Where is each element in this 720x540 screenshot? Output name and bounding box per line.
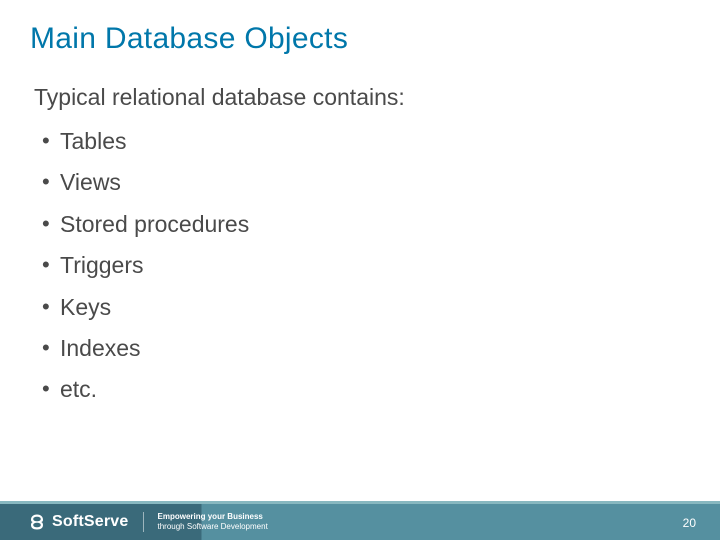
bullet-list: Tables Views Stored procedures Triggers … [34, 121, 720, 411]
slide-content: Typical relational database contains: Ta… [0, 56, 720, 411]
intro-text: Typical relational database contains: [34, 84, 720, 111]
list-item: Indexes [42, 328, 720, 369]
footer-border [0, 501, 720, 504]
slide-title: Main Database Objects [0, 0, 720, 56]
list-item: Keys [42, 287, 720, 328]
logo: SoftServe [28, 513, 129, 531]
tagline-bold: Empowering your Business [158, 512, 268, 522]
page-number: 20 [683, 516, 696, 530]
list-item: Stored procedures [42, 204, 720, 245]
slide-footer: SoftServe Empowering your Business throu… [0, 504, 720, 540]
list-item: Tables [42, 121, 720, 162]
softserve-logo-icon [28, 513, 46, 531]
logo-text: SoftServe [52, 513, 129, 531]
footer-divider [143, 512, 144, 532]
list-item: etc. [42, 369, 720, 410]
tagline-sub: through Software Development [158, 522, 268, 532]
footer-content: SoftServe Empowering your Business throu… [0, 504, 720, 540]
list-item: Triggers [42, 245, 720, 286]
list-item: Views [42, 162, 720, 203]
tagline: Empowering your Business through Softwar… [158, 512, 268, 531]
